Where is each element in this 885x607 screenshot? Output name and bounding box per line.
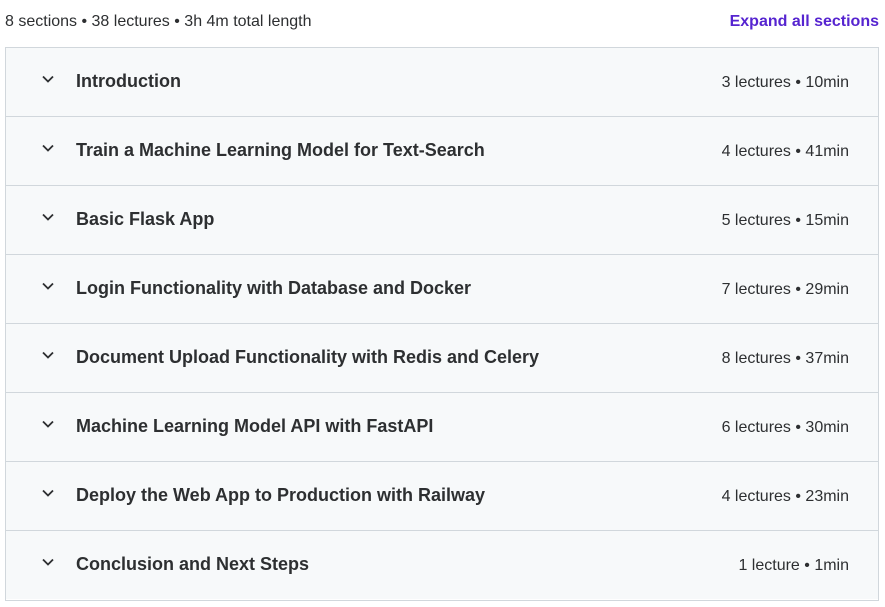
chevron-down-icon bbox=[41, 555, 55, 569]
section-meta: 5 lectures • 15min bbox=[721, 212, 849, 229]
section-panel[interactable]: Conclusion and Next Steps 1 lecture • 1m… bbox=[6, 531, 878, 599]
section-meta: 1 lecture • 1min bbox=[738, 557, 849, 574]
section-panel[interactable]: Machine Learning Model API with FastAPI … bbox=[6, 393, 878, 462]
section-meta: 8 lectures • 37min bbox=[721, 350, 849, 367]
section-panel[interactable]: Basic Flask App 5 lectures • 15min bbox=[6, 186, 878, 255]
section-meta: 3 lectures • 10min bbox=[721, 74, 849, 91]
section-title: Train a Machine Learning Model for Text-… bbox=[76, 140, 485, 160]
section-meta: 7 lectures • 29min bbox=[721, 281, 849, 298]
expand-all-sections-button[interactable]: Expand all sections bbox=[730, 11, 879, 33]
section-panel[interactable]: Train a Machine Learning Model for Text-… bbox=[6, 117, 878, 186]
chevron-down-icon bbox=[41, 210, 55, 224]
section-title: Introduction bbox=[76, 71, 181, 91]
section-panel[interactable]: Introduction 3 lectures • 10min bbox=[6, 48, 878, 117]
chevron-down-icon bbox=[41, 279, 55, 293]
section-meta: 6 lectures • 30min bbox=[721, 419, 849, 436]
section-title: Machine Learning Model API with FastAPI bbox=[76, 416, 434, 436]
chevron-down-icon bbox=[41, 486, 55, 500]
chevron-down-icon bbox=[41, 417, 55, 431]
course-summary: 8 sections • 38 lectures • 3h 4m total l… bbox=[5, 13, 312, 30]
section-panel[interactable]: Document Upload Functionality with Redis… bbox=[6, 324, 878, 393]
section-meta: 4 lectures • 23min bbox=[721, 488, 849, 505]
sections-accordion: Introduction 3 lectures • 10min Train a … bbox=[5, 47, 879, 601]
course-content-panel: 8 sections • 38 lectures • 3h 4m total l… bbox=[0, 0, 885, 607]
section-title: Basic Flask App bbox=[76, 209, 215, 229]
chevron-down-icon bbox=[41, 348, 55, 362]
chevron-down-icon bbox=[41, 72, 55, 86]
section-title: Document Upload Functionality with Redis… bbox=[76, 347, 540, 367]
section-panel[interactable]: Login Functionality with Database and Do… bbox=[6, 255, 878, 324]
section-title: Deploy the Web App to Production with Ra… bbox=[76, 485, 486, 505]
section-title: Login Functionality with Database and Do… bbox=[76, 278, 472, 298]
section-title: Conclusion and Next Steps bbox=[76, 554, 310, 574]
course-content-header: 8 sections • 38 lectures • 3h 4m total l… bbox=[0, 0, 885, 46]
section-panel[interactable]: Deploy the Web App to Production with Ra… bbox=[6, 462, 878, 531]
chevron-down-icon bbox=[41, 141, 55, 155]
section-meta: 4 lectures • 41min bbox=[721, 143, 849, 160]
